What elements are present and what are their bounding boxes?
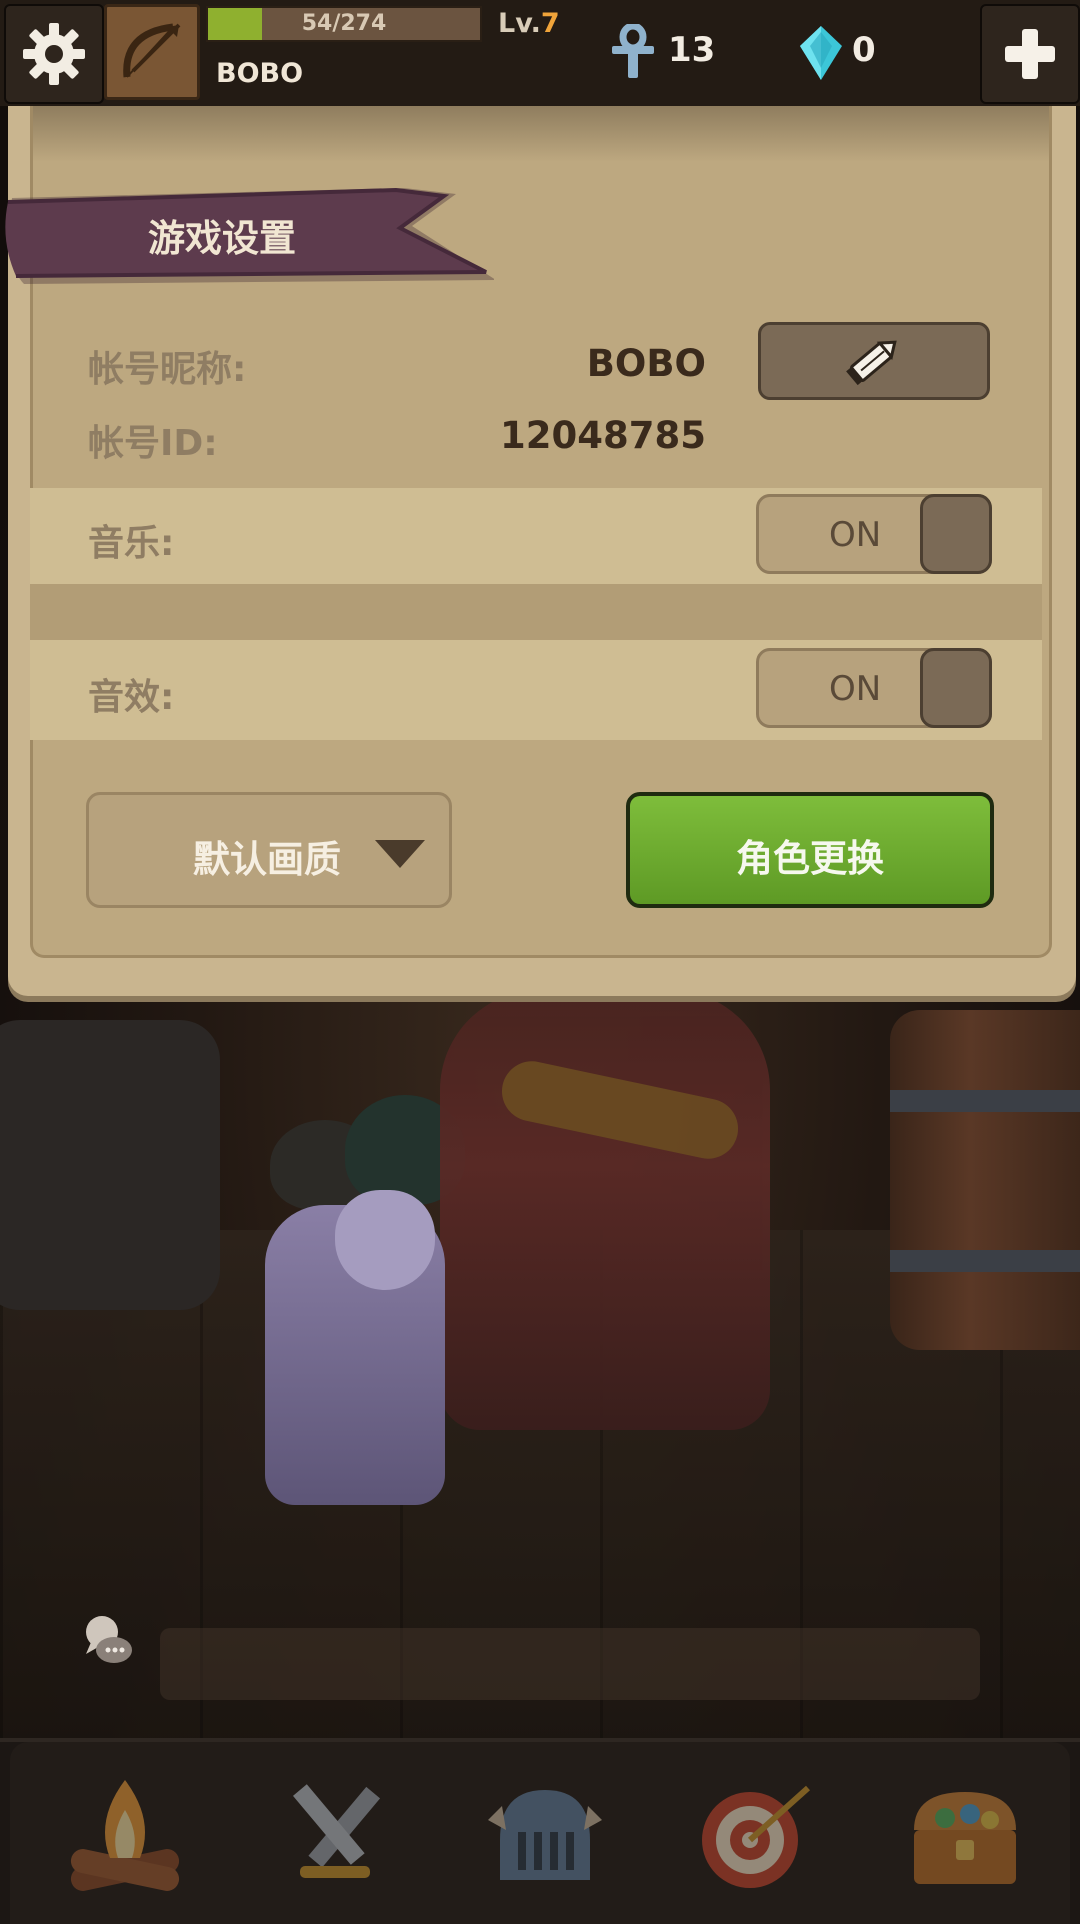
gem-count: 0 (852, 30, 876, 70)
settings-title: 游戏设置 (148, 217, 296, 260)
rock-decoration (0, 1020, 220, 1310)
nav-quest[interactable] (670, 1760, 840, 1910)
player-level: Lv.7 (498, 8, 560, 39)
bottom-navigation-inner (10, 1742, 1070, 1924)
nav-hero[interactable] (460, 1760, 630, 1910)
nav-battle[interactable] (250, 1760, 420, 1910)
gear-icon (23, 23, 85, 85)
hero-character (440, 990, 770, 1430)
chat-input-bar[interactable] (160, 1628, 980, 1700)
dropdown-arrow-icon (375, 840, 425, 868)
player-avatar[interactable] (104, 4, 200, 100)
gem-icon (800, 26, 842, 80)
crossed-swords-icon (292, 1784, 381, 1878)
nav-campfire[interactable] (40, 1760, 210, 1910)
xp-bar: 54/274 (206, 6, 482, 42)
music-toggle-state: ON (829, 515, 882, 555)
nickname-label: 帐号昵称: (88, 349, 247, 390)
row-divider (30, 584, 1042, 640)
target-icon (702, 1785, 811, 1888)
music-label: 音乐: (88, 523, 175, 564)
account-id-label: 帐号ID: (88, 423, 218, 464)
chat-icon[interactable] (78, 1610, 138, 1670)
settings-button[interactable] (4, 4, 104, 104)
quality-dropdown[interactable]: 默认画质 (86, 792, 452, 908)
music-toggle[interactable]: ON (756, 494, 992, 574)
change-character-label: 角色更换 (736, 837, 884, 880)
add-currency-button[interactable] (980, 4, 1080, 104)
top-status-bar: 54/274 BOBO Lv.7 13 0 (0, 0, 1080, 109)
plus-icon (1005, 29, 1055, 79)
sfx-toggle-knob[interactable] (920, 648, 992, 728)
treasure-chest-icon (914, 1792, 1016, 1884)
sfx-toggle-state: ON (829, 669, 882, 709)
nickname-value: BOBO (586, 342, 706, 385)
bow-icon (123, 23, 181, 78)
cat-pet (265, 1190, 445, 1505)
helmet-icon (488, 1790, 602, 1880)
quality-dropdown-label: 默认画质 (193, 838, 341, 881)
campfire-icon (70, 1780, 180, 1891)
ankh-icon (612, 24, 654, 78)
xp-text: 54/274 (301, 11, 387, 36)
music-toggle-knob[interactable] (920, 494, 992, 574)
sfx-toggle[interactable]: ON (756, 648, 992, 728)
pencil-icon (846, 340, 897, 386)
account-id-value: 12048785 (500, 414, 706, 457)
bottom-navigation (0, 1738, 1080, 1924)
sfx-label: 音效: (88, 677, 175, 718)
change-character-button[interactable]: 角色更换 (626, 792, 994, 908)
player-name: BOBO (216, 58, 304, 89)
edit-nickname-button[interactable] (758, 322, 990, 400)
barrel-decoration (890, 1010, 1080, 1350)
ankh-count: 13 (668, 30, 716, 70)
nav-treasure[interactable] (880, 1760, 1050, 1910)
